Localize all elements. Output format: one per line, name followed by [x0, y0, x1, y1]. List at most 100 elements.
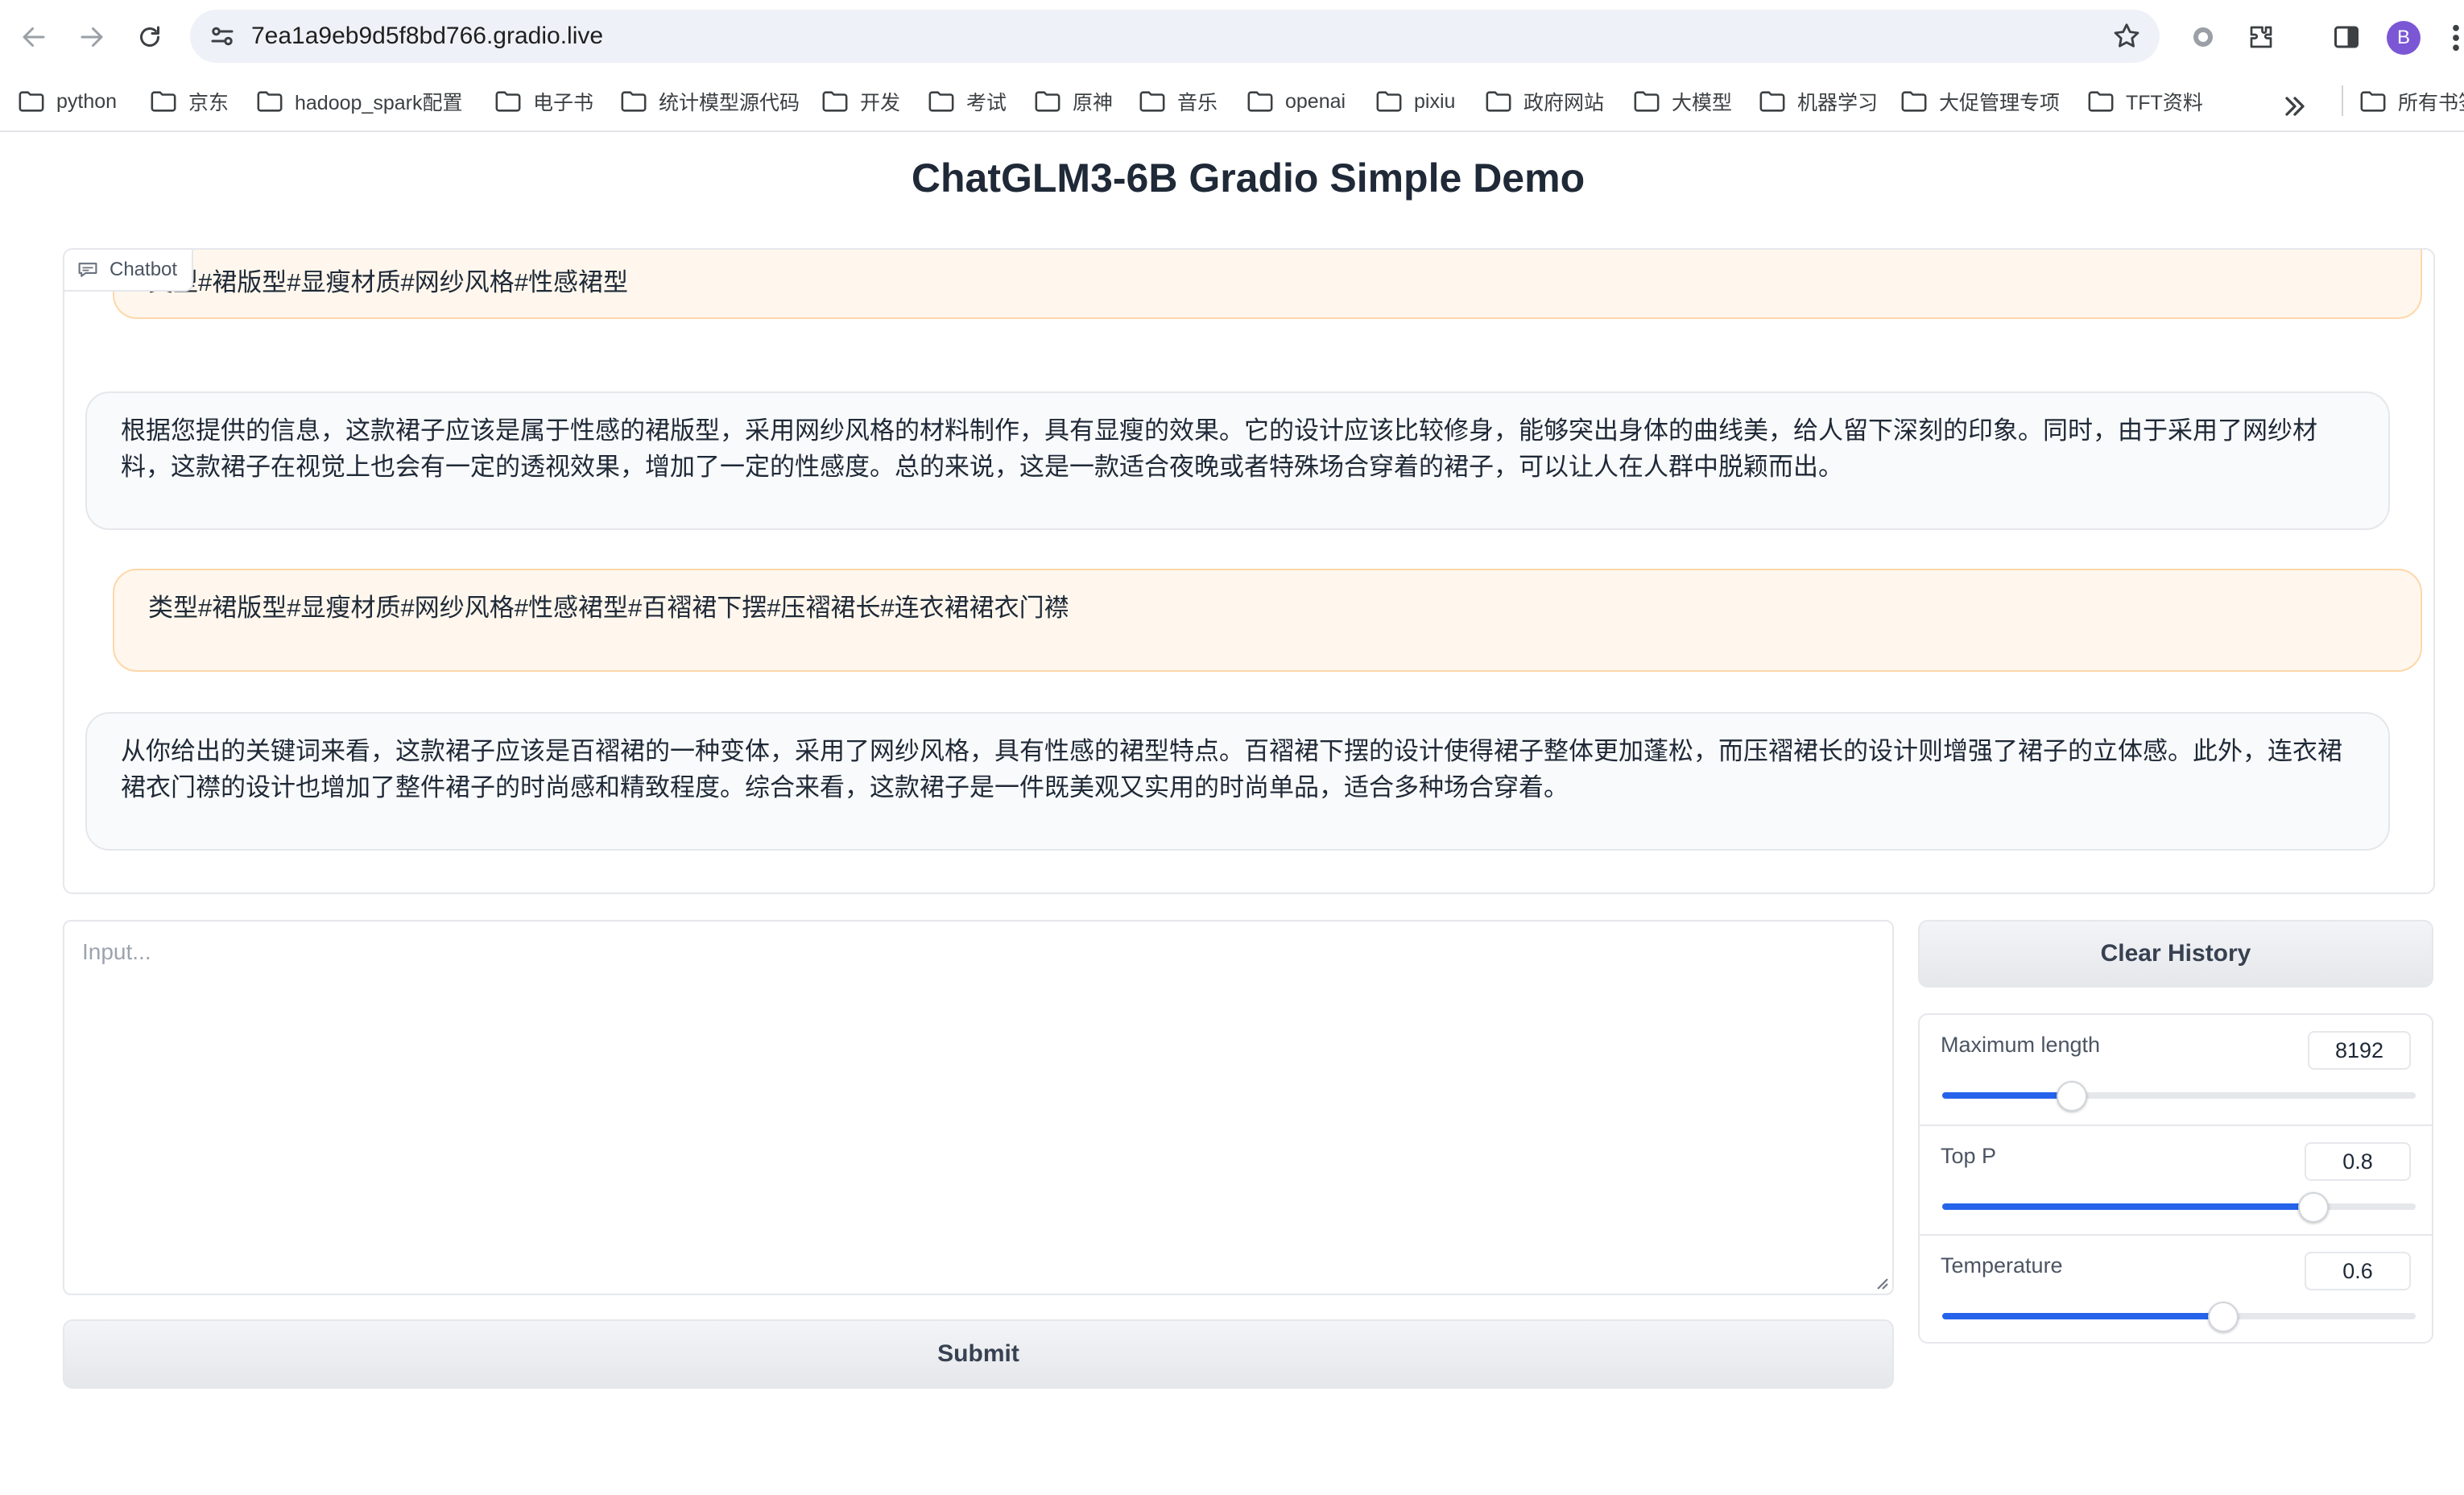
slider-thumb[interactable] — [2297, 1192, 2329, 1223]
message-text: 从你给出的关键词来看，这款裙子应该是百褶裙的一种变体，采用了网纱风格，具有性感的… — [121, 737, 2342, 801]
folder-icon — [1901, 91, 1927, 112]
max-length-slider[interactable] — [1942, 1081, 2416, 1112]
bookmark-item[interactable]: python — [18, 85, 117, 118]
message-text: 类型#裙版型#显瘦材质#网纱风格#性感裙型#百褶裙下摆#压褶裙长#连衣裙裙衣门襟 — [148, 594, 1069, 622]
chatbot-label-text: Chatbot — [110, 259, 178, 280]
address-bar[interactable]: 7ea1a9eb9d5f8bd766.gradio.live — [190, 10, 2160, 63]
top-p-slider[interactable] — [1942, 1192, 2416, 1223]
bookmark-item[interactable]: TFT资料 — [2087, 85, 2203, 118]
bookmark-item[interactable]: 机器学习 — [1759, 85, 1878, 118]
extensions-menu-button[interactable] — [2242, 18, 2280, 56]
chatbot-panel[interactable]: Chatbot 类型#裙版型#显瘦材质#网纱风格#性感裙型 根据您提供的信息，这… — [63, 248, 2435, 894]
bookmark-item[interactable]: 政府网站 — [1485, 85, 1604, 118]
resize-handle-icon[interactable] — [1873, 1274, 1889, 1290]
bookmark-label: 考试 — [966, 92, 1007, 114]
top-p-label: Top P — [1941, 1144, 1997, 1168]
generation-settings-panel: Maximum length 8192 Top P 0.8 Temperatur… — [1918, 1013, 2433, 1344]
bookmark-all-label: 所有书签 — [2398, 92, 2464, 114]
submit-button[interactable]: Submit — [63, 1319, 1894, 1389]
folder-icon — [1139, 91, 1165, 112]
folder-icon — [19, 91, 44, 112]
bookmark-label: TFT资料 — [2126, 92, 2203, 114]
bookmark-item[interactable]: 电子书 — [494, 85, 593, 118]
bookmark-star-icon[interactable] — [2111, 21, 2142, 52]
top-p-slider-row: Top P 0.8 — [1920, 1124, 2432, 1236]
bookmark-label: pixiu — [1414, 89, 1456, 113]
side-panel-icon — [2334, 26, 2359, 48]
slider-fill — [1942, 1203, 2312, 1210]
chat-message-bot[interactable]: 从你给出的关键词来看，这款裙子应该是百褶裙的一种变体，采用了网纱风格，具有性感的… — [85, 712, 2390, 851]
folder-icon — [495, 91, 521, 112]
temperature-number-input[interactable]: 0.6 — [2305, 1252, 2411, 1290]
bookmark-item[interactable]: 开发 — [821, 85, 900, 118]
back-button[interactable] — [14, 18, 53, 56]
reload-icon — [140, 26, 159, 47]
bookmark-item[interactable]: pixiu — [1375, 85, 1455, 118]
chat-bubble-icon — [78, 263, 97, 277]
message-text: 根据您提供的信息，这款裙子应该是属于性感的裙版型，采用网纱风格的材料制作，具有显… — [121, 416, 2317, 481]
bookmark-label: hadoop_spark配置 — [295, 92, 463, 114]
bookmark-item[interactable]: 原神 — [1034, 85, 1113, 118]
folder-icon — [2088, 91, 2114, 112]
bookmark-all[interactable]: 所有书签 — [2359, 85, 2464, 118]
slider-thumb[interactable] — [2207, 1302, 2239, 1332]
chat-message-user[interactable]: 类型#裙版型#显瘦材质#网纱风格#性感裙型 — [113, 250, 2422, 319]
bookmark-label: 大促管理专项 — [1939, 92, 2061, 114]
site-settings-icon[interactable] — [208, 22, 237, 51]
menu-dots-icon[interactable] — [2448, 21, 2464, 55]
slider-fill — [1942, 1092, 2070, 1099]
bookmark-item[interactable]: 统计模型源代码 — [620, 85, 800, 118]
bookmarks-bar: python 京东 hadoop_spark配置 电子书 统计模型源代码 开发 考试 原神 音乐… — [0, 74, 2464, 132]
max-length-number-input[interactable]: 8192 — [2308, 1031, 2411, 1070]
folder-icon — [621, 91, 647, 112]
bookmark-label: 京东 — [188, 92, 229, 114]
bookmark-item[interactable]: 京东 — [150, 85, 229, 118]
bookmark-item[interactable]: hadoop_spark配置 — [256, 85, 462, 118]
temperature-slider[interactable] — [1942, 1302, 2416, 1332]
bookmark-label: 原神 — [1073, 92, 1114, 114]
record-icon — [2193, 27, 2213, 47]
bookmark-label: 开发 — [860, 92, 901, 114]
puzzle-icon — [2250, 26, 2272, 48]
max-length-slider-row: Maximum length 8192 — [1920, 1015, 2432, 1124]
page-title: ChatGLM3-6B Gradio Simple Demo — [911, 155, 1585, 201]
chevron-double-right-icon[interactable] — [2279, 90, 2311, 122]
chat-input-container — [63, 920, 1894, 1295]
temperature-slider-row: Temperature 0.6 — [1920, 1234, 2432, 1345]
arrow-left-icon — [23, 27, 45, 47]
bookmark-label: 大模型 — [1672, 92, 1733, 114]
folder-icon — [1486, 91, 1511, 112]
arrow-right-icon — [81, 27, 103, 47]
forward-button[interactable] — [72, 18, 111, 56]
folder-icon — [2360, 91, 2386, 112]
slider-thumb[interactable] — [2056, 1081, 2087, 1112]
folder-icon — [928, 91, 954, 112]
clear-history-button[interactable]: Clear History — [1918, 920, 2433, 988]
folder-icon — [822, 91, 848, 112]
bookmark-item[interactable]: 大模型 — [1633, 85, 1732, 118]
bookmark-item[interactable]: 大促管理专项 — [1900, 85, 2060, 118]
reload-button[interactable] — [130, 18, 169, 56]
chat-input[interactable] — [64, 921, 1892, 1294]
url-text[interactable]: 7ea1a9eb9d5f8bd766.gradio.live — [251, 21, 603, 52]
top-p-number-input[interactable]: 0.8 — [2305, 1142, 2411, 1181]
chat-message-user[interactable]: 类型#裙版型#显瘦材质#网纱风格#性感裙型#百褶裙下摆#压褶裙长#连衣裙裙衣门襟 — [113, 569, 2422, 672]
browser-toolbar: 7ea1a9eb9d5f8bd766.gradio.live B — [0, 0, 2464, 74]
max-length-label: Maximum length — [1941, 1033, 2101, 1057]
bookmark-item[interactable]: openai — [1246, 85, 1346, 118]
bookmark-item[interactable]: 考试 — [928, 85, 1007, 118]
bookmark-item[interactable]: 音乐 — [1139, 85, 1218, 118]
extension-button[interactable] — [2184, 18, 2222, 56]
folder-icon — [1376, 91, 1402, 112]
folder-icon — [1759, 91, 1785, 112]
folder-icon — [1634, 91, 1660, 112]
side-panel-button[interactable] — [2327, 18, 2366, 56]
bookmark-label: 电子书 — [533, 92, 594, 114]
bookmark-label: openai — [1285, 89, 1346, 113]
bookmark-label: 统计模型源代码 — [659, 92, 800, 114]
folder-icon — [1035, 91, 1060, 112]
bookmark-label: 政府网站 — [1523, 92, 1605, 114]
bookmark-label: 机器学习 — [1797, 92, 1879, 114]
chat-message-bot[interactable]: 根据您提供的信息，这款裙子应该是属于性感的裙版型，采用网纱风格的材料制作，具有显… — [85, 391, 2390, 530]
profile-avatar[interactable]: B — [2387, 21, 2421, 55]
